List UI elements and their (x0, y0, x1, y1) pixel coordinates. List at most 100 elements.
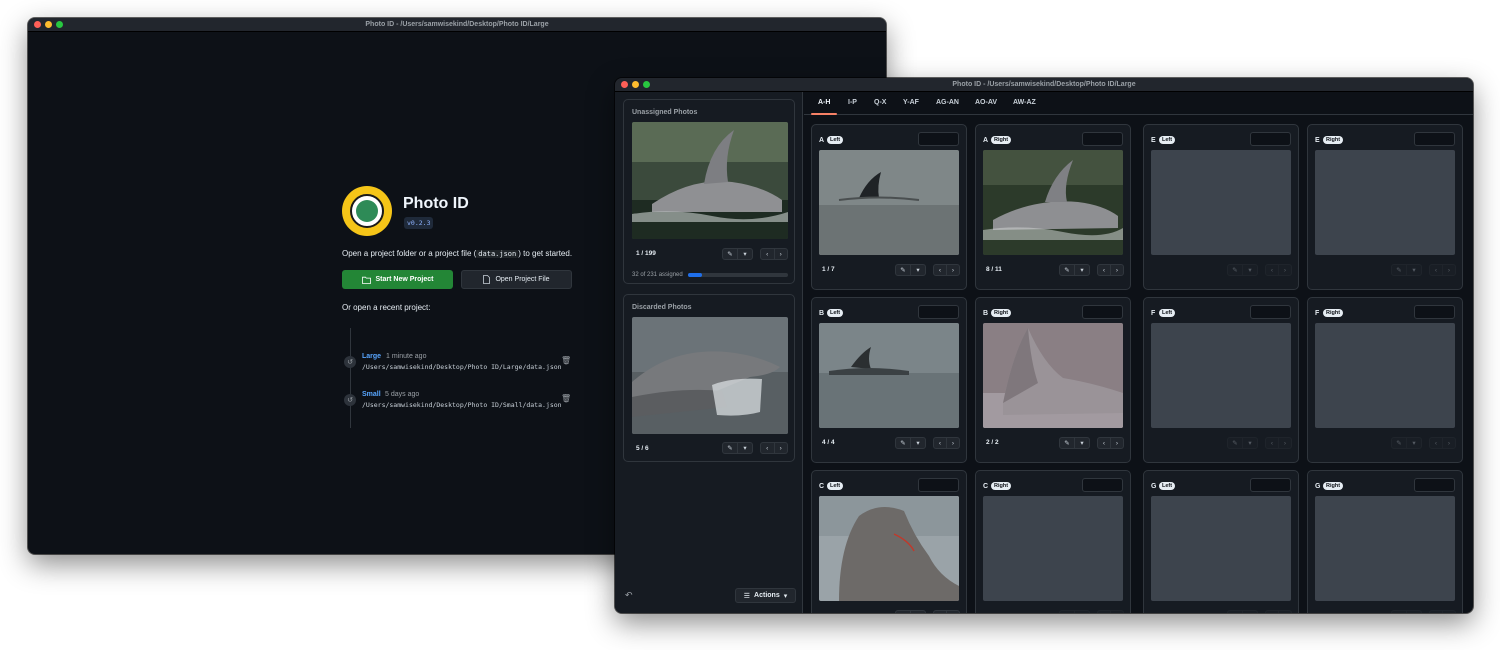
photo-navigation[interactable]: ‹› (1265, 264, 1292, 276)
chevron-left-icon[interactable]: ‹ (934, 440, 946, 447)
individual-name-input[interactable] (1250, 478, 1291, 492)
photo-navigation[interactable]: ‹› (760, 442, 788, 454)
discarded-photo[interactable] (632, 317, 788, 434)
pencil-icon[interactable]: ✎ (1060, 612, 1074, 613)
start-new-project-button[interactable]: Start New Project (342, 270, 453, 289)
chevron-right-icon[interactable]: › (1443, 267, 1455, 274)
recent-project-item[interactable]: ↺ Small 5 days ago /Users/samwisekind/De… (342, 391, 582, 421)
individual-name-input[interactable] (1414, 132, 1455, 146)
close-window-button[interactable] (621, 81, 628, 88)
chevron-left-icon[interactable]: ‹ (1430, 440, 1442, 447)
close-window-button[interactable] (34, 21, 41, 28)
photo-navigation[interactable]: ‹› (1265, 437, 1292, 449)
undo-icon[interactable]: ↶ (625, 590, 633, 601)
chevron-right-icon[interactable]: › (947, 440, 959, 447)
edit-dropdown[interactable]: ✎▾ (895, 264, 926, 276)
chevron-left-icon[interactable]: ‹ (1098, 267, 1110, 274)
edit-dropdown[interactable]: ✎▾ (895, 437, 926, 449)
chevron-down-icon[interactable]: ▾ (1243, 439, 1257, 447)
chevron-down-icon[interactable]: ▾ (1407, 612, 1421, 613)
chevron-left-icon[interactable]: ‹ (1430, 267, 1442, 274)
photo-navigation[interactable]: ‹› (1429, 437, 1456, 449)
individual-photo[interactable] (1151, 150, 1291, 255)
tab-aw-az[interactable]: AW-AZ (1013, 99, 1036, 106)
photo-navigation[interactable]: ‹› (1429, 264, 1456, 276)
zoom-window-button[interactable] (643, 81, 650, 88)
window-titlebar[interactable]: Photo ID - /Users/samwisekind/Desktop/Ph… (28, 18, 886, 32)
chevron-left-icon[interactable]: ‹ (1266, 613, 1278, 614)
individual-photo[interactable] (819, 323, 959, 428)
tab-ao-av[interactable]: AO-AV (975, 99, 997, 106)
chevron-left-icon[interactable]: ‹ (1098, 440, 1110, 447)
tab-a-h[interactable]: A-H (818, 99, 830, 106)
minimize-window-button[interactable] (632, 81, 639, 88)
chevron-right-icon[interactable]: › (775, 445, 788, 452)
edit-dropdown[interactable]: ✎▾ (895, 610, 926, 613)
actions-button[interactable]: ☰ Actions ▾ (735, 588, 796, 603)
chevron-down-icon[interactable]: ▾ (1075, 266, 1089, 274)
pencil-icon[interactable]: ✎ (1392, 266, 1406, 274)
individual-photo[interactable] (819, 150, 959, 255)
zoom-window-button[interactable] (56, 21, 63, 28)
chevron-left-icon[interactable]: ‹ (1098, 613, 1110, 614)
photo-navigation[interactable]: ‹› (1097, 437, 1124, 449)
chevron-right-icon[interactable]: › (1443, 440, 1455, 447)
individual-photo[interactable] (983, 496, 1123, 601)
chevron-down-icon[interactable]: ▾ (911, 612, 925, 613)
pencil-icon[interactable]: ✎ (896, 266, 910, 274)
edit-dropdown[interactable]: ✎▾ (1227, 264, 1258, 276)
chevron-left-icon[interactable]: ‹ (934, 613, 946, 614)
individual-name-input[interactable] (1082, 478, 1123, 492)
individual-name-input[interactable] (918, 478, 959, 492)
tab-y-af[interactable]: Y-AF (903, 99, 919, 106)
pencil-icon[interactable]: ✎ (896, 439, 910, 447)
photo-navigation[interactable]: ‹› (1429, 610, 1456, 613)
individual-photo[interactable] (983, 323, 1123, 428)
individual-name-input[interactable] (918, 305, 959, 319)
window-titlebar[interactable]: Photo ID - /Users/samwisekind/Desktop/Ph… (615, 78, 1473, 92)
tab-i-p[interactable]: I-P (848, 99, 857, 106)
chevron-right-icon[interactable]: › (1443, 613, 1455, 614)
photo-navigation[interactable]: ‹› (1097, 264, 1124, 276)
pencil-icon[interactable]: ✎ (1228, 439, 1242, 447)
individual-photo[interactable] (1315, 496, 1455, 601)
pencil-icon[interactable]: ✎ (896, 612, 910, 613)
chevron-right-icon[interactable]: › (947, 267, 959, 274)
chevron-right-icon[interactable]: › (1111, 613, 1123, 614)
pencil-icon[interactable]: ✎ (1228, 612, 1242, 613)
chevron-down-icon[interactable]: ▾ (1243, 266, 1257, 274)
tab-q-x[interactable]: Q-X (874, 99, 886, 106)
trash-icon[interactable]: 🗑 (561, 394, 571, 403)
edit-dropdown[interactable]: ✎▾ (722, 442, 753, 454)
unassigned-photo[interactable] (632, 122, 788, 239)
tab-ag-an[interactable]: AG-AN (936, 99, 959, 106)
individual-name-input[interactable] (1250, 132, 1291, 146)
chevron-left-icon[interactable]: ‹ (761, 445, 774, 452)
chevron-right-icon[interactable]: › (775, 251, 788, 258)
chevron-left-icon[interactable]: ‹ (761, 251, 774, 258)
individual-photo[interactable] (1151, 323, 1291, 428)
edit-dropdown[interactable]: ✎▾ (1059, 264, 1090, 276)
individual-name-input[interactable] (1250, 305, 1291, 319)
individual-name-input[interactable] (1414, 478, 1455, 492)
photo-navigation[interactable]: ‹› (1265, 610, 1292, 613)
chevron-down-icon[interactable]: ▾ (1075, 612, 1089, 613)
pencil-icon[interactable]: ✎ (723, 250, 737, 258)
chevron-down-icon[interactable]: ▾ (911, 266, 925, 274)
individual-name-input[interactable] (1082, 305, 1123, 319)
individual-photo[interactable] (1315, 323, 1455, 428)
pencil-icon[interactable]: ✎ (1060, 439, 1074, 447)
edit-dropdown[interactable]: ✎▾ (1059, 610, 1090, 613)
individual-photo[interactable] (983, 150, 1123, 255)
recent-project-name[interactable]: Large (362, 353, 381, 360)
chevron-right-icon[interactable]: › (1111, 267, 1123, 274)
individual-photo[interactable] (819, 496, 959, 601)
chevron-down-icon[interactable]: ▾ (1075, 439, 1089, 447)
individual-name-input[interactable] (1082, 132, 1123, 146)
chevron-right-icon[interactable]: › (1111, 440, 1123, 447)
pencil-icon[interactable]: ✎ (723, 444, 737, 452)
photo-navigation[interactable]: ‹› (933, 610, 960, 613)
chevron-down-icon[interactable]: ▾ (1243, 612, 1257, 613)
edit-dropdown[interactable]: ✎▾ (1391, 610, 1422, 613)
photo-navigation[interactable]: ‹› (1097, 610, 1124, 613)
